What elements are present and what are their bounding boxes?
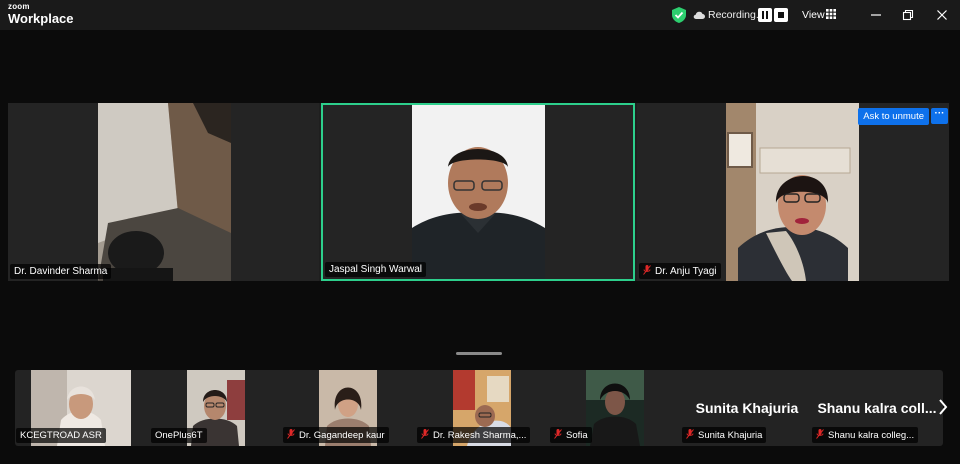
microphone-muted-icon xyxy=(554,429,562,439)
participant-video xyxy=(412,105,545,279)
gallery-tile-shanu-kalra[interactable]: Shanu kalra coll... Shanu kalra colleg..… xyxy=(811,370,943,446)
microphone-muted-icon xyxy=(816,429,824,439)
participant-name-tag: Sofia xyxy=(550,427,592,443)
gallery-tile-kcegtroad-asr[interactable]: KCEGTROAD ASR xyxy=(15,370,147,446)
title-bar: zoom Workplace Recording... View xyxy=(0,0,960,30)
participant-name-tag: Dr. Gagandeep kaur xyxy=(283,427,389,443)
grid-icon[interactable] xyxy=(826,9,836,19)
participant-name-tag: KCEGTROAD ASR xyxy=(16,428,106,443)
speaker-stage-row: Dr. Davinder Sharma Jaspal Singh Warwal xyxy=(8,103,949,281)
ask-to-unmute-button[interactable]: Ask to unmute xyxy=(858,108,929,125)
microphone-muted-icon xyxy=(643,265,651,275)
minimize-icon[interactable] xyxy=(868,7,884,23)
video-tile-anju-tyagi[interactable]: Dr. Anju Tyagi Ask to unmute ··· xyxy=(637,103,949,281)
participant-video xyxy=(98,103,231,281)
participant-video xyxy=(726,103,859,281)
more-options-button[interactable]: ··· xyxy=(931,108,948,124)
cloud-icon xyxy=(693,11,705,20)
zoom-meeting-window: zoom Workplace Recording... View Dr. Dav… xyxy=(0,0,960,464)
participant-name-tag: Jaspal Singh Warwal xyxy=(325,262,427,277)
gallery-tile-rakesh-sharma[interactable]: Dr. Rakesh Sharma,... xyxy=(416,370,548,446)
microphone-muted-icon xyxy=(287,429,295,439)
close-icon[interactable] xyxy=(934,7,950,23)
brand-bottom-text: Workplace xyxy=(8,11,74,26)
video-tile-jaspal-singh-warwal[interactable]: Jaspal Singh Warwal xyxy=(321,103,635,281)
chevron-right-icon[interactable] xyxy=(938,398,948,416)
stop-recording-button[interactable] xyxy=(774,8,788,22)
resize-handle[interactable] xyxy=(456,352,502,355)
gallery-tile-oneplus6t[interactable]: OnePlus6T xyxy=(150,370,282,446)
participant-name-tag: Shanu kalra colleg... xyxy=(812,427,919,443)
participant-display-name: Shanu kalra coll... xyxy=(817,400,937,416)
participant-name-tag: Dr. Rakesh Sharma,... xyxy=(417,427,531,443)
participant-display-name: Sunita Khajuria xyxy=(695,400,799,416)
participant-name-tag: OnePlus6T xyxy=(151,428,207,443)
brand-top-text: zoom xyxy=(8,2,30,11)
microphone-muted-icon xyxy=(686,429,694,439)
microphone-muted-icon xyxy=(421,429,429,439)
view-button[interactable]: View xyxy=(802,9,825,21)
gallery-strip: KCEGTROAD ASR OnePlus6T Dr. Gagandeep ka… xyxy=(15,370,943,446)
gallery-tile-sunita-khajuria[interactable]: Sunita Khajuria Sunita Khajuria xyxy=(681,370,813,446)
participant-name-tag: Dr. Anju Tyagi xyxy=(639,263,721,279)
participant-name-tag: Dr. Davinder Sharma xyxy=(10,264,112,279)
pause-recording-button[interactable] xyxy=(758,8,772,22)
participant-video xyxy=(586,370,644,446)
restore-icon[interactable] xyxy=(900,7,916,23)
shield-icon[interactable] xyxy=(672,7,686,23)
recording-status: Recording... xyxy=(708,9,765,21)
app-logo: zoom Workplace xyxy=(8,2,74,26)
participant-name-tag: Sunita Khajuria xyxy=(682,427,767,443)
gallery-tile-gagandeep-kaur[interactable]: Dr. Gagandeep kaur xyxy=(282,370,414,446)
gallery-tile-sofia[interactable]: Sofia xyxy=(549,370,681,446)
video-tile-davinder-sharma[interactable]: Dr. Davinder Sharma xyxy=(8,103,319,281)
